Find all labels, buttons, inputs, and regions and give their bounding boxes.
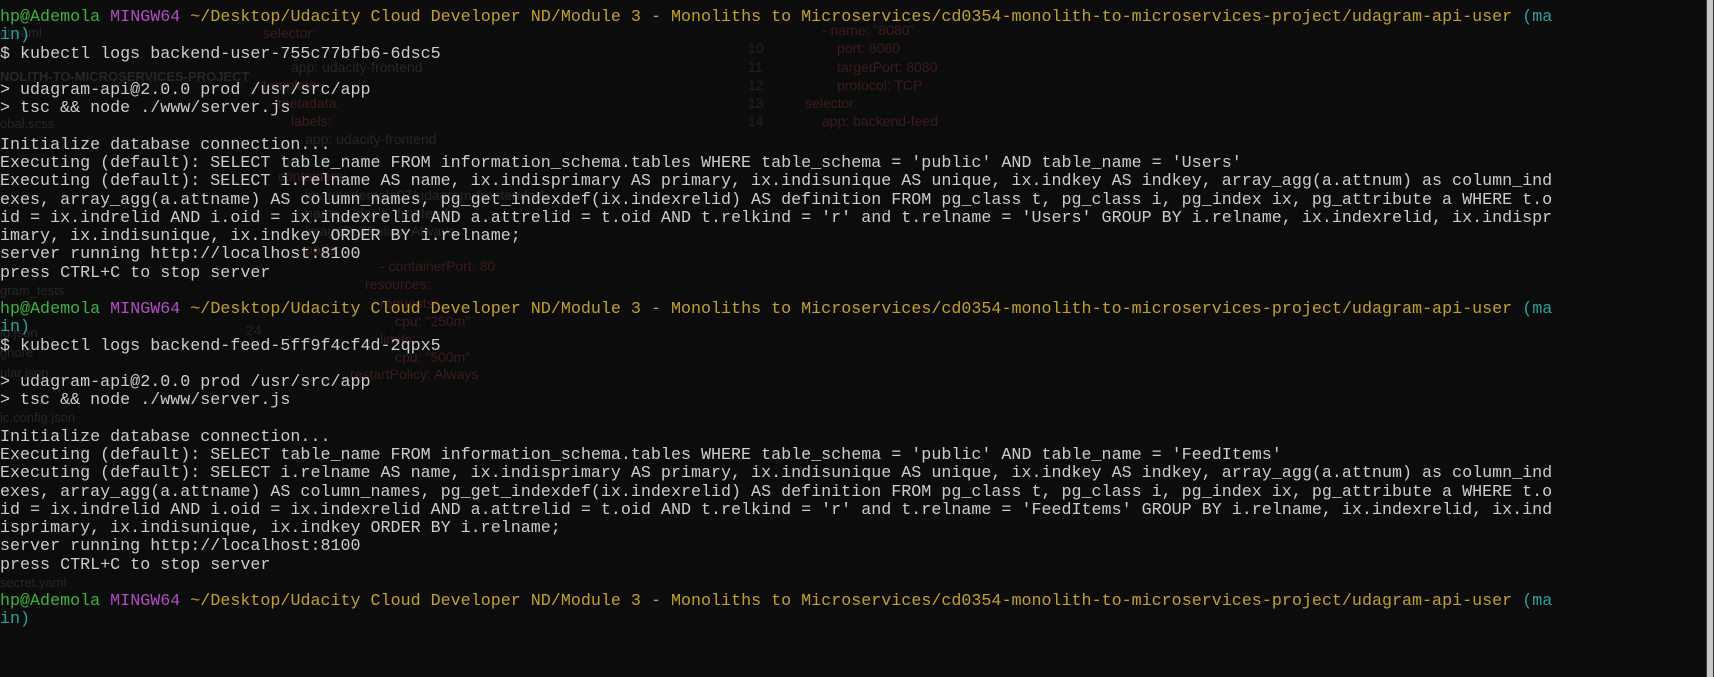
npm-script-line: > udagram-api@2.0.0 prod /usr/src/app <box>0 82 371 100</box>
prompt-user: hp@Ademola <box>0 593 101 611</box>
prompt-user: hp@Ademola <box>0 9 101 27</box>
npm-script-line: > udagram-api@2.0.0 prod /usr/src/app <box>0 374 371 392</box>
log-line: Executing (default): SELECT i.relname AS… <box>0 173 1553 192</box>
prompt-system: MINGW64 <box>110 301 181 319</box>
prompt-system: MINGW64 <box>110 593 181 611</box>
log-line: id = ix.indrelid AND i.oid = ix.indexrel… <box>0 501 1553 520</box>
prompt-path: ~/Desktop/Udacity Cloud Developer ND/Mod… <box>190 9 1513 27</box>
npm-script-line: > tsc && node ./www/server.js <box>0 100 291 119</box>
prompt-branch-wrap: in) <box>0 611 31 630</box>
log-line: press CTRL+C to stop server <box>0 556 271 575</box>
log-line: id = ix.indrelid AND i.oid = ix.indexrel… <box>0 209 1553 228</box>
scrollbar-thumb[interactable] <box>1707 0 1713 677</box>
terminal-scrollbar[interactable] <box>1706 0 1714 677</box>
prompt-branch-wrap: in) <box>0 319 31 338</box>
prompt-branch: (ma <box>1522 301 1553 319</box>
npm-script-line: > tsc && node ./www/server.js <box>0 392 291 411</box>
log-line: Executing (default): SELECT i.relname AS… <box>0 465 1553 484</box>
shell-prompt: hp@Ademola MINGW64 ~/Desktop/Udacity Clo… <box>0 593 1706 611</box>
log-line: Executing (default): SELECT table_name F… <box>0 155 1242 173</box>
prompt-user: hp@Ademola <box>0 301 101 319</box>
shell-prompt: hp@Ademola MINGW64 ~/Desktop/Udacity Clo… <box>0 301 1706 319</box>
terminal-output[interactable]: hp@Ademola MINGW64 ~/Desktop/Udacity Clo… <box>0 9 1706 630</box>
prompt-branch: (ma <box>1522 593 1553 611</box>
log-line: exes, array_agg(a.attname) AS column_nam… <box>0 483 1553 502</box>
log-line: server running http://localhost:8100 <box>0 246 361 265</box>
prompt-system: MINGW64 <box>110 9 181 27</box>
log-line: Executing (default): SELECT table_name F… <box>0 447 1282 465</box>
log-line: imary, ix.indisunique, ix.indkey ORDER B… <box>0 228 521 246</box>
log-line: isprimary, ix.indisunique, ix.indkey ORD… <box>0 520 561 538</box>
prompt-branch: (ma <box>1522 9 1553 27</box>
prompt-path: ~/Desktop/Udacity Cloud Developer ND/Mod… <box>190 593 1513 611</box>
log-line: press CTRL+C to stop server <box>0 264 271 283</box>
command-line: $ kubectl logs backend-feed-5ff9f4cf4d-2… <box>0 337 441 356</box>
log-line: server running http://localhost:8100 <box>0 538 361 557</box>
log-line: exes, array_agg(a.attname) AS column_nam… <box>0 191 1553 210</box>
log-line: Initialize database connection... <box>0 428 331 447</box>
prompt-path: ~/Desktop/Udacity Cloud Developer ND/Mod… <box>190 301 1513 319</box>
log-line: Initialize database connection... <box>0 136 331 155</box>
shell-prompt: hp@Ademola MINGW64 ~/Desktop/Udacity Clo… <box>0 9 1706 27</box>
command-line: $ kubectl logs backend-user-755c77bfb6-6… <box>0 45 441 64</box>
prompt-branch-wrap: in) <box>0 27 31 46</box>
